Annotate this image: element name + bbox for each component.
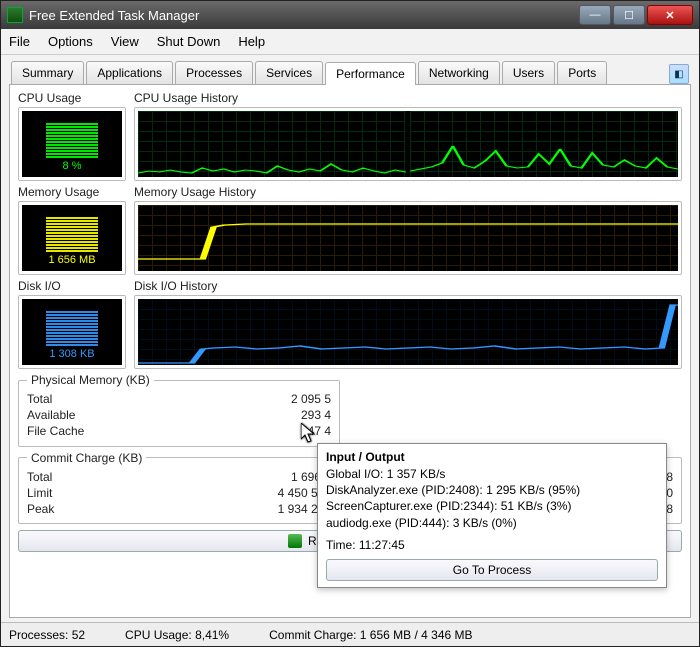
- tab-ports[interactable]: Ports: [557, 61, 607, 84]
- close-button[interactable]: ✕: [647, 5, 693, 25]
- app-window: Free Extended Task Manager — ☐ ✕ File Op…: [0, 0, 700, 647]
- tooltip-line-global: Global I/O: 1 357 KB/s: [326, 466, 658, 482]
- commit-peak-label: Peak: [27, 501, 54, 517]
- physical-memory-group: Physical Memory (KB) Total 2 095 5 Availa…: [18, 373, 340, 447]
- menu-options[interactable]: Options: [48, 34, 93, 49]
- memory-usage-meter: 1 656 MB: [22, 205, 122, 271]
- memory-history-chart: [138, 205, 678, 271]
- menu-shutdown[interactable]: Shut Down: [157, 34, 221, 49]
- phys-total-value: 2 095 5: [291, 391, 331, 407]
- tooltip-line-1: DiskAnalyzer.exe (PID:2408): 1 295 KB/s …: [326, 482, 658, 498]
- disk-history-label: Disk I/O History: [134, 279, 682, 293]
- disk-history-chart: [138, 299, 678, 365]
- disk-io-value: 1 308 KB: [49, 348, 94, 360]
- phys-cache-label: File Cache: [27, 423, 84, 439]
- tab-services[interactable]: Services: [255, 61, 323, 84]
- tabstrip: Summary Applications Processes Services …: [9, 61, 691, 85]
- tooltip-line-2: ScreenCapturer.exe (PID:2344): 51 KB/s (…: [326, 498, 658, 514]
- tab-users[interactable]: Users: [502, 61, 555, 84]
- commit-charge-legend: Commit Charge (KB): [27, 451, 146, 465]
- tab-summary[interactable]: Summary: [11, 61, 84, 84]
- commit-charge-group: Commit Charge (KB) Total1 696 3 Limit4 4…: [18, 451, 340, 525]
- menubar: File Options View Shut Down Help: [1, 29, 699, 55]
- phys-avail-value: 293 4: [301, 407, 331, 423]
- disk-io-label: Disk I/O: [18, 279, 126, 293]
- status-bar: Processes: 52 CPU Usage: 8,41% Commit Ch…: [1, 622, 699, 646]
- tab-networking[interactable]: Networking: [418, 61, 500, 84]
- cpu-history-label: CPU Usage History: [134, 91, 682, 105]
- cpu-history-chart: [138, 111, 678, 177]
- menu-file[interactable]: File: [9, 34, 30, 49]
- cpu-usage-meter: 8 %: [22, 111, 122, 177]
- tab-options-icon[interactable]: ◧: [669, 64, 689, 84]
- window-title: Free Extended Task Manager: [29, 8, 199, 23]
- status-cpu: CPU Usage: 8,41%: [125, 628, 229, 642]
- resource-monitor-icon: [288, 534, 302, 548]
- commit-limit-label: Limit: [27, 485, 52, 501]
- status-processes: Processes: 52: [9, 628, 85, 642]
- memory-history-label: Memory Usage History: [134, 185, 682, 199]
- go-to-process-button[interactable]: Go To Process: [326, 559, 658, 581]
- tooltip-line-3: audiodg.exe (PID:444): 3 KB/s (0%): [326, 515, 658, 531]
- menu-view[interactable]: View: [111, 34, 139, 49]
- phys-cache-value: 547 4: [301, 423, 331, 439]
- physical-memory-legend: Physical Memory (KB): [27, 373, 154, 387]
- titlebar[interactable]: Free Extended Task Manager — ☐ ✕: [1, 1, 699, 29]
- phys-avail-label: Available: [27, 407, 75, 423]
- cpu-usage-label: CPU Usage: [18, 91, 126, 105]
- tooltip-time: Time: 11:27:45: [326, 537, 658, 553]
- phys-total-label: Total: [27, 391, 52, 407]
- maximize-button[interactable]: ☐: [613, 5, 645, 25]
- status-commit: Commit Charge: 1 656 MB / 4 346 MB: [269, 628, 472, 642]
- tab-performance[interactable]: Performance: [325, 62, 416, 85]
- menu-help[interactable]: Help: [238, 34, 265, 49]
- tab-applications[interactable]: Applications: [86, 61, 173, 84]
- minimize-button[interactable]: —: [579, 5, 611, 25]
- commit-total-label: Total: [27, 469, 52, 485]
- io-tooltip: Input / Output Global I/O: 1 357 KB/s Di…: [317, 443, 667, 588]
- memory-usage-label: Memory Usage: [18, 185, 126, 199]
- cpu-usage-value: 8 %: [63, 160, 82, 172]
- content-area: Summary Applications Processes Services …: [1, 55, 699, 622]
- app-icon: [7, 7, 23, 23]
- disk-io-meter: 1 308 KB: [22, 299, 122, 365]
- tooltip-title: Input / Output: [326, 450, 658, 464]
- tab-processes[interactable]: Processes: [175, 61, 253, 84]
- memory-usage-value: 1 656 MB: [48, 254, 95, 266]
